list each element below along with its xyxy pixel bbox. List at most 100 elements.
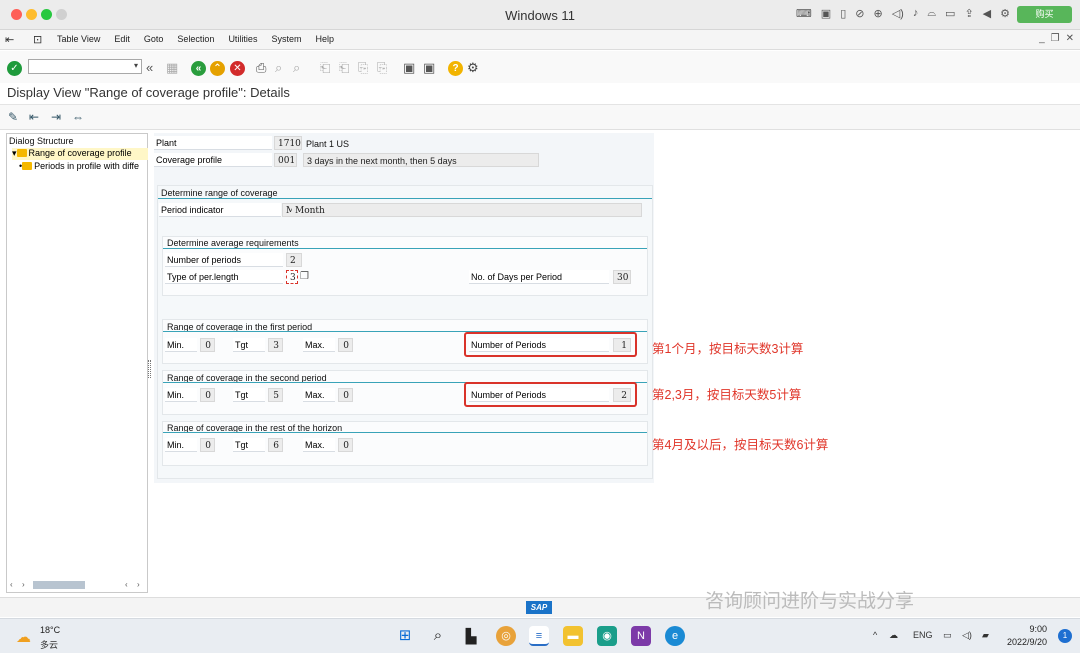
find-next-icon[interactable]: ⌕: [293, 60, 300, 76]
coverage-profile-field[interactable]: 001: [274, 153, 297, 167]
clock-date[interactable]: 2022/9/20: [1007, 637, 1047, 647]
command-field[interactable]: ▾: [28, 59, 142, 74]
menu-utilities[interactable]: Utilities: [228, 34, 257, 44]
chrome-icon[interactable]: ◎: [496, 626, 516, 646]
microphone-icon[interactable]: ♪: [913, 7, 919, 20]
buy-button[interactable]: 购买: [1017, 6, 1072, 23]
rest-max-field[interactable]: 0: [338, 438, 353, 452]
menu-arrow-icon[interactable]: ⇤: [5, 33, 14, 46]
display-change-icon[interactable]: ✎: [8, 110, 18, 124]
menu-edit[interactable]: Edit: [114, 34, 130, 44]
group-divider: [163, 432, 647, 433]
speaker-icon[interactable]: ◁): [892, 7, 904, 20]
save-icon[interactable]: ▦: [166, 60, 178, 76]
new-session-icon[interactable]: ▣: [403, 60, 415, 76]
onenote-icon[interactable]: N: [631, 626, 651, 646]
last-page-icon[interactable]: ⎘: [377, 60, 387, 76]
back-button[interactable]: «: [191, 61, 206, 76]
play-icon[interactable]: ◀: [983, 7, 991, 20]
next-entry-icon[interactable]: ⇥: [51, 110, 61, 124]
photos-icon[interactable]: ◉: [597, 626, 617, 646]
dialog-structure-heading: Dialog Structure: [9, 136, 74, 146]
collapse-icon[interactable]: «: [146, 60, 153, 75]
determine-range-title: Determine range of coverage: [161, 188, 278, 198]
days-per-period-field[interactable]: 30: [613, 270, 631, 284]
settings-icon[interactable]: ⚙: [1000, 7, 1010, 20]
find-icon[interactable]: ⌕: [275, 60, 282, 76]
print-icon[interactable]: ⎙: [256, 60, 266, 76]
scroll-thumb[interactable]: [33, 581, 85, 589]
help-button[interactable]: ?: [448, 61, 463, 76]
menu-table-view[interactable]: Table View: [57, 34, 100, 44]
menu-selection[interactable]: Selection: [177, 34, 214, 44]
search-icon[interactable]: ⌕: [428, 626, 448, 646]
rest-tgt-field[interactable]: 6: [268, 438, 283, 452]
scroll-right-icon[interactable]: ›: [22, 580, 25, 589]
first-tgt-field[interactable]: 3: [268, 338, 283, 352]
tree-item-periods[interactable]: • Periods in profile with diffe: [19, 161, 147, 173]
number-of-periods-field[interactable]: 2: [286, 253, 302, 267]
no-network-icon[interactable]: ⊘: [855, 7, 864, 20]
second-tgt-field[interactable]: 5: [268, 388, 283, 402]
clock-time[interactable]: 9:00: [1029, 624, 1047, 634]
camera-icon[interactable]: ▭: [945, 7, 955, 20]
previous-entry-icon[interactable]: ⇤: [29, 110, 39, 124]
other-entry-icon[interactable]: ⇔: [72, 110, 84, 124]
usb-icon[interactable]: ▯: [840, 7, 846, 20]
panel-splitter[interactable]: [148, 360, 151, 378]
keyboard-icon[interactable]: ⌨: [796, 7, 812, 20]
onedrive-icon[interactable]: ☁: [889, 630, 898, 641]
battery-icon[interactable]: ▰: [982, 630, 989, 641]
globe-icon[interactable]: ⊕: [873, 7, 882, 20]
tree-item-range-of-coverage[interactable]: ▾ Range of coverage profile: [12, 148, 148, 160]
first-min-field[interactable]: 0: [200, 338, 215, 352]
exit-button[interactable]: ⌃: [210, 61, 225, 76]
language-indicator[interactable]: ENG: [913, 630, 933, 640]
period-indicator-label: Period indicator: [159, 203, 281, 217]
menu-help[interactable]: Help: [315, 34, 334, 44]
scroll-left-icon[interactable]: ‹: [10, 580, 13, 589]
menu-goto[interactable]: Goto: [144, 34, 164, 44]
network-icon[interactable]: ▭: [943, 630, 952, 641]
notification-badge[interactable]: 1: [1058, 629, 1072, 643]
show-hidden-icons[interactable]: ^: [873, 630, 877, 640]
task-view-icon[interactable]: ▙: [461, 626, 481, 646]
second-min-field[interactable]: 0: [200, 388, 215, 402]
value-help-icon[interactable]: ❐: [300, 271, 309, 282]
plant-field[interactable]: 1710: [274, 136, 302, 150]
highlight-second-periods: [464, 382, 637, 407]
minimize-icon[interactable]: _: [1039, 33, 1045, 44]
sap-logon-icon[interactable]: ≡: [529, 626, 549, 646]
first-page-icon[interactable]: ⎗: [320, 60, 330, 76]
rest-min-field[interactable]: 0: [200, 438, 215, 452]
cancel-button[interactable]: ✕: [230, 61, 245, 76]
start-button[interactable]: ⊞: [395, 626, 415, 646]
drive-icon[interactable]: ⌓: [927, 7, 936, 20]
scroll-right-icon[interactable]: ›: [137, 580, 140, 589]
display-icon[interactable]: ▣: [821, 7, 831, 20]
weather-description[interactable]: 多云: [40, 638, 58, 651]
next-page-icon[interactable]: ⎘: [358, 60, 368, 76]
menu-layout-icon[interactable]: ⊡: [33, 33, 42, 46]
restore-icon[interactable]: ❐: [1051, 33, 1060, 44]
customize-layout-icon[interactable]: ⚙: [467, 60, 479, 76]
edge-icon[interactable]: e: [665, 626, 685, 646]
weather-cloud-icon[interactable]: ☁: [16, 628, 31, 646]
tree-expand-icon[interactable]: ▾: [12, 148, 17, 158]
horizontal-scrollbar[interactable]: ‹ › ‹ ›: [7, 580, 147, 590]
type-of-period-length-field[interactable]: 3: [286, 270, 298, 284]
enter-button[interactable]: ✓: [7, 61, 22, 76]
shortcut-icon[interactable]: ▣: [423, 60, 435, 76]
first-max-field[interactable]: 0: [338, 338, 353, 352]
volume-icon[interactable]: ◁): [962, 630, 972, 641]
second-max-field[interactable]: 0: [338, 388, 353, 402]
chevron-down-icon[interactable]: ▾: [134, 61, 138, 70]
share-icon[interactable]: ⇪: [964, 7, 973, 20]
weather-temperature[interactable]: 18°C: [40, 625, 60, 635]
scroll-left-icon[interactable]: ‹: [125, 580, 128, 589]
menu-system[interactable]: System: [271, 34, 301, 44]
close-icon[interactable]: ✕: [1066, 33, 1074, 44]
previous-page-icon[interactable]: ⎗: [339, 60, 349, 76]
file-explorer-icon[interactable]: ▬: [563, 626, 583, 646]
details-panel: Plant 1710 Plant 1 US Coverage profile 0…: [154, 133, 654, 483]
